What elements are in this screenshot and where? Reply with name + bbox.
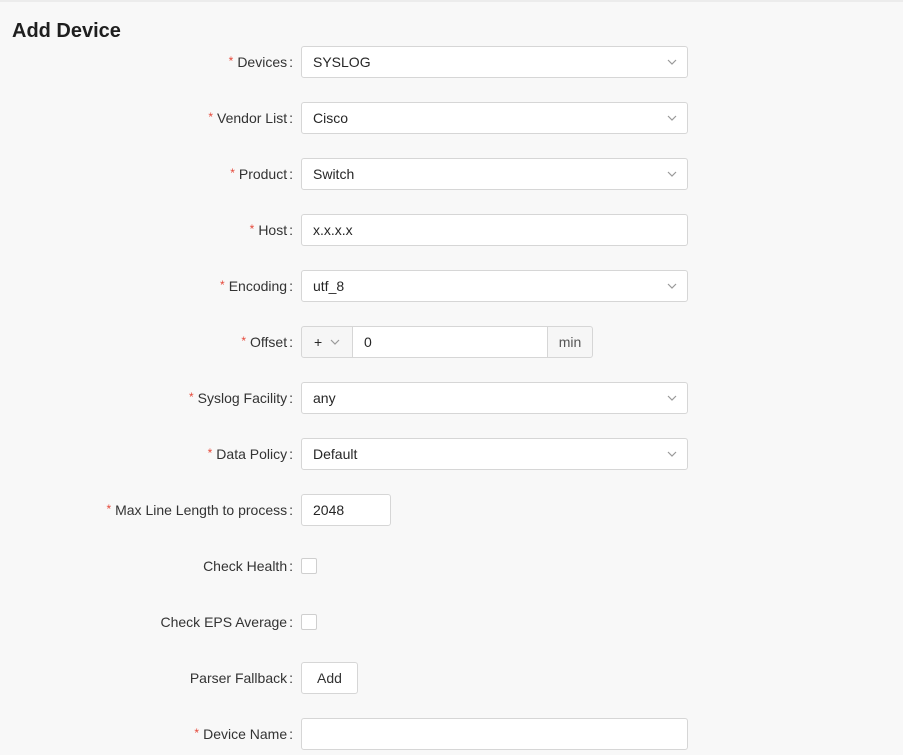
data-policy-value: Default [313, 446, 358, 462]
syslog-facility-value: any [313, 390, 336, 406]
syslog-facility-select[interactable]: any [301, 382, 688, 414]
check-eps-average-row: Check EPS Average: [0, 606, 903, 638]
check-health-checkbox[interactable] [301, 558, 317, 574]
vendor-list-select[interactable]: Cisco [301, 102, 688, 134]
parser-fallback-add-button[interactable]: Add [301, 662, 358, 694]
vendor-list-label: * Vendor List: [208, 110, 293, 126]
product-label: * Product: [230, 166, 293, 182]
offset-input[interactable]: 0 [352, 326, 548, 358]
encoding-row: * Encoding: utf_8 [0, 270, 903, 302]
required-mark: * [188, 390, 194, 404]
max-line-length-value: 2048 [313, 502, 345, 518]
product-value: Switch [313, 166, 355, 182]
encoding-value: utf_8 [313, 278, 345, 294]
syslog-facility-row: * Syslog Facility: any [0, 382, 903, 414]
required-mark: * [207, 446, 213, 460]
chevron-down-icon [667, 449, 677, 459]
required-mark: * [249, 222, 255, 236]
host-value: x.x.x.x [313, 222, 353, 238]
syslog-facility-label: * Syslog Facility: [188, 390, 293, 406]
max-line-length-input[interactable]: 2048 [301, 494, 391, 526]
product-row: * Product: Switch [0, 158, 903, 190]
host-input[interactable]: x.x.x.x [301, 214, 688, 246]
devices-row: * Devices: SYSLOG [0, 46, 903, 78]
parser-fallback-label: Parser Fallback: [189, 670, 293, 686]
host-label: * Host: [249, 222, 293, 238]
product-select[interactable]: Switch [301, 158, 688, 190]
offset-value: 0 [364, 334, 372, 350]
parser-fallback-row: Parser Fallback: Add [0, 662, 903, 694]
required-mark: * [230, 166, 235, 180]
chevron-down-icon [667, 169, 677, 179]
required-mark: * [194, 726, 200, 740]
check-health-label: Check Health: [203, 558, 293, 574]
offset-input-group: + 0 min [301, 326, 593, 358]
check-eps-average-label: Check EPS Average: [160, 614, 294, 630]
add-device-form: * Devices: SYSLOG * Vendor List: Cisco * Pr… [0, 0, 903, 755]
device-name-row: * Device Name: [0, 718, 903, 750]
required-mark: * [208, 110, 214, 124]
vendor-list-row: * Vendor List: Cisco [0, 102, 903, 134]
encoding-select[interactable]: utf_8 [301, 270, 688, 302]
offset-row: * Offset: + 0 min [0, 326, 903, 358]
required-mark: * [220, 278, 225, 292]
required-mark: * [241, 334, 247, 348]
chevron-down-icon [330, 337, 340, 347]
devices-select[interactable]: SYSLOG [301, 46, 688, 78]
host-row: * Host: x.x.x.x [0, 214, 903, 246]
data-policy-label: * Data Policy: [207, 446, 293, 462]
offset-sign-select[interactable]: + [301, 326, 353, 358]
offset-label: * Offset: [241, 334, 293, 350]
chevron-down-icon [667, 57, 677, 67]
max-line-length-row: * Max Line Length to process: 2048 [0, 494, 903, 526]
data-policy-select[interactable]: Default [301, 438, 688, 470]
devices-label: * Devices: [228, 54, 293, 70]
device-name-label: * Device Name: [194, 726, 293, 742]
devices-value: SYSLOG [313, 54, 371, 70]
max-line-length-label: * Max Line Length to process: [106, 502, 293, 518]
required-mark: * [106, 502, 112, 516]
offset-unit-addon: min [547, 326, 593, 358]
check-eps-average-checkbox[interactable] [301, 614, 317, 630]
vendor-list-value: Cisco [313, 110, 349, 126]
data-policy-row: * Data Policy: Default [0, 438, 903, 470]
chevron-down-icon [667, 113, 677, 123]
chevron-down-icon [667, 393, 677, 403]
encoding-label: * Encoding: [220, 278, 293, 294]
offset-sign-value: + [314, 334, 323, 350]
chevron-down-icon [667, 281, 677, 291]
required-mark: * [228, 54, 234, 68]
device-name-input[interactable] [301, 718, 688, 750]
check-health-row: Check Health: [0, 550, 903, 582]
